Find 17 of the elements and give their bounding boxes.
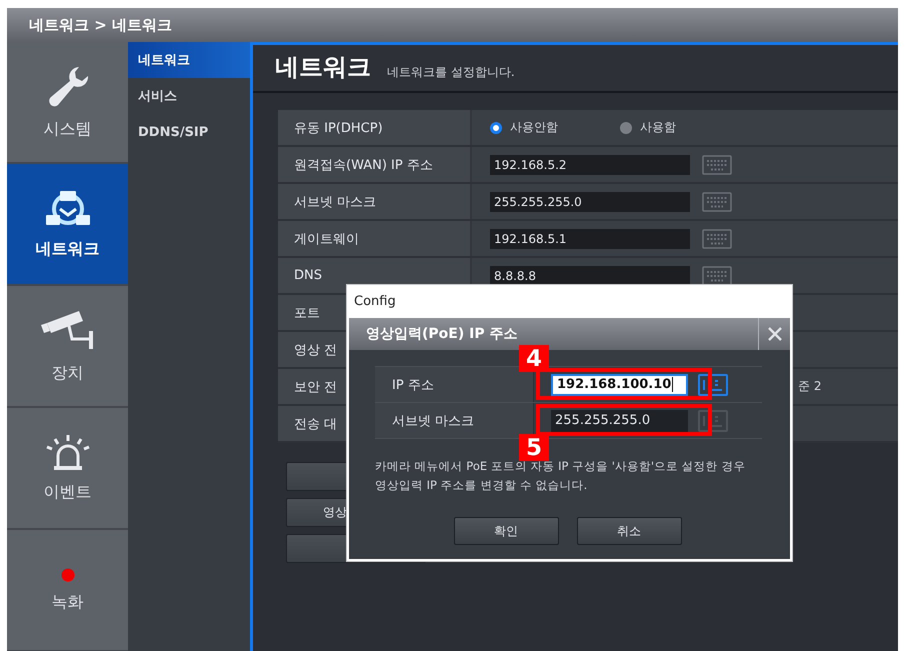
radio-label: 사용안함 xyxy=(510,119,558,136)
field-label: 서브넷 마스크 xyxy=(375,403,534,438)
callout-number: 5 xyxy=(519,434,549,461)
setting-label: 원격접속(WAN) IP 주소 xyxy=(278,147,472,182)
setting-value: 준 2 xyxy=(798,378,822,395)
setting-label: 게이트웨이 xyxy=(278,221,472,256)
page-title: 네트워크 xyxy=(275,52,371,83)
note-text: 영상입력 IP 주소를 변경할 수 없습니다. xyxy=(375,478,588,493)
page-subtitle: 네트워크를 설정합니다. xyxy=(387,64,515,81)
radio-label: 사용함 xyxy=(640,119,676,136)
window-title: Config xyxy=(353,293,397,311)
note-text: 카메라 메뉴에서 PoE 포트의 자동 IP 구성을 '사용함'으로 설정한 경우 xyxy=(375,459,746,474)
callout-number: 4 xyxy=(519,345,549,372)
setting-label: 유동 IP(DHCP) xyxy=(278,110,472,145)
breadcrumb: 네트워크 > 네트워크 xyxy=(29,16,172,34)
setting-label: 서브넷 마스크 xyxy=(278,184,472,219)
field-label: IP 주소 xyxy=(375,367,534,402)
